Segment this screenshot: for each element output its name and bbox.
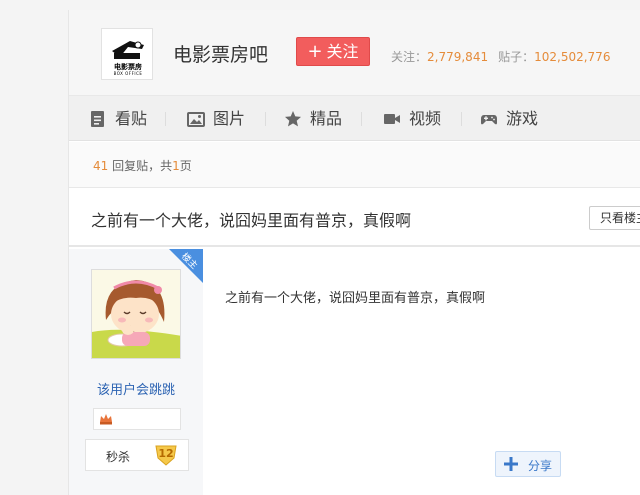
reply-count: 41 <box>93 159 109 173</box>
author-username[interactable]: 该用户会跳跳 <box>69 379 203 398</box>
gamepad-icon <box>481 115 497 125</box>
tab-divider <box>165 112 166 126</box>
forum-header: 电影票房 BOX OFFICE 电影票房吧 + 关注 关注：2,779,841 贴子… <box>69 10 640 96</box>
forum-name[interactable]: 电影票房吧 <box>173 40 268 67</box>
post-floor: 该用户会跳跳 秒杀 12 楼主 之前有一个大佬，说囧妈里面有普京，真假啊 分享 <box>69 249 640 495</box>
tab-divider <box>361 112 362 126</box>
plus-icon: + <box>307 41 323 62</box>
forum-logo[interactable]: 电影票房 BOX OFFICE <box>101 28 153 80</box>
op-badge: 楼主 <box>169 249 203 283</box>
document-icon <box>91 111 104 127</box>
avatar[interactable] <box>91 269 181 359</box>
author-panel: 该用户会跳跳 秒杀 12 <box>69 249 203 495</box>
follow-count-label: 关注： <box>391 50 428 64</box>
author-level[interactable]: 秒杀 12 <box>85 439 189 471</box>
thread-title-bar: 之前有一个大佬，说囧妈里面有普京，真假啊 只看楼主 <box>69 189 640 247</box>
share-label: 分享 <box>528 459 553 473</box>
tab-label: 游戏 <box>506 109 539 128</box>
tab-label: 视频 <box>409 109 442 128</box>
share-button[interactable]: 分享 <box>495 451 561 477</box>
tieba-page: 电影票房 BOX OFFICE 电影票房吧 + 关注 关注：2,779,841 贴子… <box>68 10 640 495</box>
tab-label: 精品 <box>310 109 343 128</box>
video-icon <box>384 114 400 124</box>
follow-label: 关注 <box>326 42 359 61</box>
only-op-button[interactable]: 只看楼主 <box>589 206 640 230</box>
level-number: 12 <box>158 447 174 460</box>
forum-nav-tabs: 看贴 图片 精品 视频 游戏 <box>69 96 640 141</box>
reply-count-text: 41 回复贴，共1页 <box>93 159 192 173</box>
logo-subtext: BOX OFFICE <box>113 71 143 76</box>
tab-label: 看贴 <box>115 109 148 128</box>
tab-label: 图片 <box>213 109 246 128</box>
image-icon <box>187 112 205 127</box>
author-badges <box>93 408 181 430</box>
post-count-label: 贴子： <box>498 50 535 64</box>
thread-title: 之前有一个大佬，说囧妈里面有普京，真假啊 <box>91 211 412 230</box>
tab-divider <box>461 112 462 126</box>
post-count: 102,502,776 <box>534 50 611 64</box>
forum-stats: 关注：2,779,841 贴子：102,502,776 <box>391 48 610 65</box>
star-icon <box>285 111 301 127</box>
avatar-illustration <box>92 270 180 358</box>
follow-button[interactable]: + 关注 <box>296 37 370 66</box>
plus-icon <box>504 457 518 471</box>
follow-count: 2,779,841 <box>427 50 489 64</box>
reply-info-bar: 41 回复贴，共1页 <box>69 142 640 188</box>
film-camera-icon <box>112 41 144 59</box>
member-badge-icon[interactable] <box>98 412 114 426</box>
page-count: 1 <box>172 159 180 173</box>
tab-divider <box>265 112 266 126</box>
level-name: 秒杀 <box>106 450 131 464</box>
post-content: 之前有一个大佬，说囧妈里面有普京，真假啊 <box>225 291 486 306</box>
